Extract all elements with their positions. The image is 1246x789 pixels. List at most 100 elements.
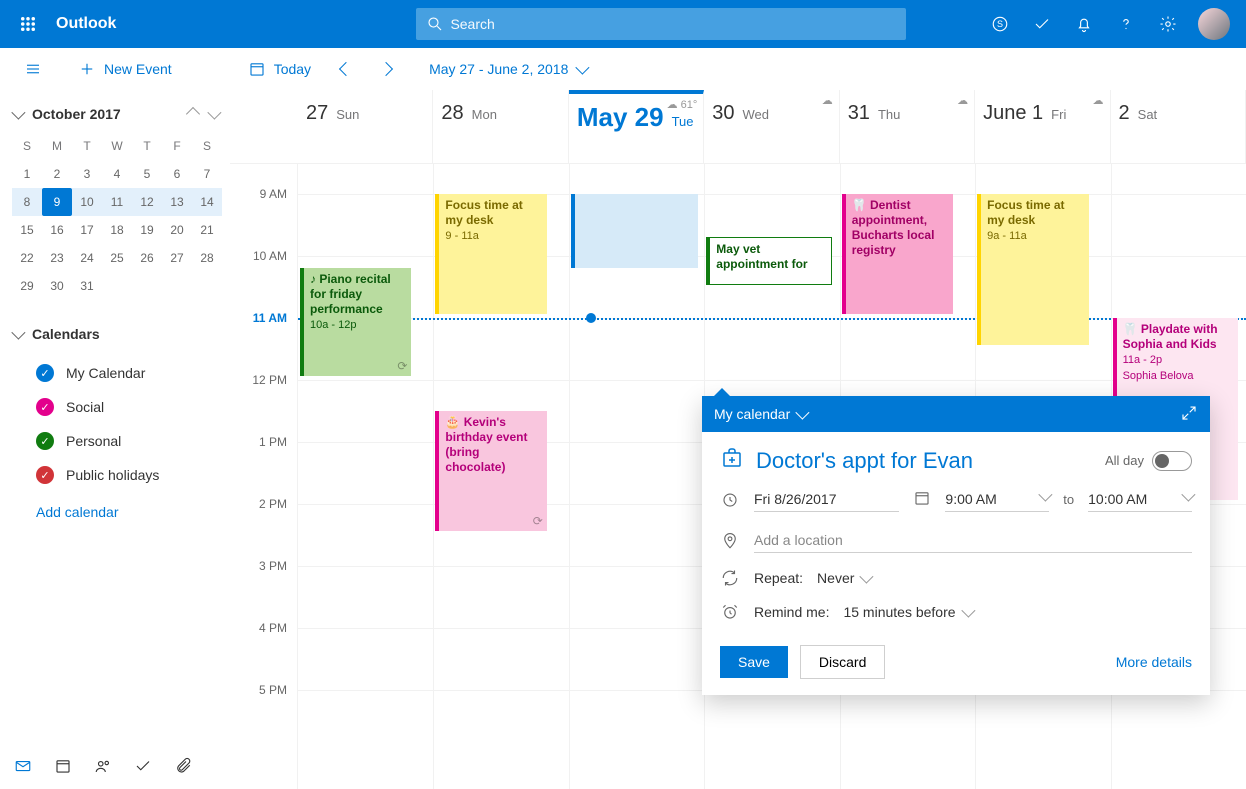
allday-toggle[interactable] bbox=[1152, 451, 1192, 471]
bell-icon[interactable] bbox=[1072, 12, 1096, 36]
mini-cal-day[interactable]: 23 bbox=[42, 244, 72, 272]
date-picker-icon[interactable] bbox=[913, 489, 931, 510]
reminder-selector[interactable]: 15 minutes before bbox=[843, 604, 971, 620]
skype-icon[interactable]: S bbox=[988, 12, 1012, 36]
gear-icon[interactable] bbox=[1156, 12, 1180, 36]
day-header[interactable]: 28Mon bbox=[433, 90, 568, 163]
add-calendar-button[interactable]: Add calendar bbox=[12, 492, 218, 528]
mini-cal-day[interactable]: 12 bbox=[132, 188, 162, 216]
help-icon[interactable] bbox=[1114, 12, 1138, 36]
mini-cal-day[interactable]: 3 bbox=[72, 160, 102, 188]
mini-cal-day[interactable]: 29 bbox=[12, 272, 42, 300]
mini-cal-day[interactable]: 1 bbox=[12, 160, 42, 188]
mini-cal-day[interactable]: 24 bbox=[72, 244, 102, 272]
month-prev-button[interactable] bbox=[186, 107, 200, 121]
mini-cal-day[interactable]: 16 bbox=[42, 216, 72, 244]
mini-cal-day[interactable]: 10 bbox=[72, 188, 102, 216]
calendar-event[interactable]: Focus time at my desk9 - 11a bbox=[435, 194, 546, 314]
mail-icon[interactable] bbox=[14, 757, 32, 780]
quick-compose-popup: My calendar All day Fri 8/26/2017 9:00 A… bbox=[702, 396, 1210, 695]
calendar-selector[interactable]: My calendar bbox=[714, 406, 806, 422]
mini-cal-day[interactable]: 9 bbox=[42, 188, 72, 216]
mini-cal-day[interactable]: 19 bbox=[132, 216, 162, 244]
calendar-checkbox[interactable]: ✓ bbox=[36, 432, 54, 450]
reminder-icon bbox=[720, 603, 740, 621]
day-header[interactable]: May 29Tue☁ 61° bbox=[569, 90, 704, 163]
header-actions: S bbox=[988, 8, 1238, 40]
calendar-item[interactable]: ✓Personal bbox=[12, 424, 218, 458]
discard-button[interactable]: Discard bbox=[800, 645, 885, 679]
mini-cal-day[interactable]: 13 bbox=[162, 188, 192, 216]
hamburger-icon[interactable] bbox=[16, 56, 50, 82]
date-range-picker[interactable]: May 27 - June 2, 2018 bbox=[429, 61, 586, 77]
save-button[interactable]: Save bbox=[720, 646, 788, 678]
day-header[interactable]: June 1Fri☁ bbox=[975, 90, 1110, 163]
prev-week-button[interactable] bbox=[333, 60, 359, 78]
people-icon[interactable] bbox=[94, 757, 112, 780]
mini-cal-day[interactable]: 25 bbox=[102, 244, 132, 272]
chevron-down-icon bbox=[860, 570, 874, 584]
start-time-field[interactable]: 9:00 AM bbox=[945, 487, 1049, 512]
date-field[interactable]: Fri 8/26/2017 bbox=[754, 487, 899, 512]
calendar-checkbox[interactable]: ✓ bbox=[36, 398, 54, 416]
clock-icon bbox=[720, 491, 740, 509]
next-week-button[interactable] bbox=[373, 60, 399, 78]
avatar[interactable] bbox=[1198, 8, 1230, 40]
event-title-input[interactable] bbox=[756, 448, 1093, 474]
day-header[interactable]: 30Wed☁ bbox=[704, 90, 839, 163]
mini-cal-day[interactable]: 7 bbox=[192, 160, 222, 188]
app-launcher-icon[interactable] bbox=[8, 4, 48, 44]
day-header[interactable]: 31Thu☁ bbox=[840, 90, 975, 163]
app-header: Outlook Search S bbox=[0, 0, 1246, 48]
mini-cal-day[interactable]: 31 bbox=[72, 272, 102, 300]
mini-cal-day[interactable]: 18 bbox=[102, 216, 132, 244]
calendar-event[interactable]: ♪ Piano recital for friday performance10… bbox=[300, 268, 411, 376]
calendar-item[interactable]: ✓My Calendar bbox=[12, 356, 218, 390]
mini-cal-day[interactable]: 2 bbox=[42, 160, 72, 188]
calendar-event[interactable]: 🦷 Dentist appointment, Bucharts local re… bbox=[842, 194, 953, 314]
time-label: 3 PM bbox=[259, 559, 287, 573]
mini-cal-day[interactable]: 27 bbox=[162, 244, 192, 272]
mini-cal-day[interactable]: 22 bbox=[12, 244, 42, 272]
mini-cal-day[interactable]: 5 bbox=[132, 160, 162, 188]
tasks-icon[interactable] bbox=[1030, 12, 1054, 36]
mini-cal-day[interactable]: 17 bbox=[72, 216, 102, 244]
more-details-link[interactable]: More details bbox=[1116, 654, 1192, 670]
calendars-toggle[interactable]: Calendars bbox=[12, 326, 218, 342]
today-button[interactable]: Today bbox=[240, 56, 319, 82]
month-collapse-icon[interactable] bbox=[11, 106, 25, 120]
calendar-event[interactable]: May vet appointment for bbox=[706, 237, 831, 285]
mini-cal-day[interactable]: 28 bbox=[192, 244, 222, 272]
calendar-event[interactable]: Focus time at my desk9a - 11a bbox=[977, 194, 1088, 345]
mini-calendar: SMTWTFS123456789101112131415161718192021… bbox=[12, 132, 222, 300]
calendar-event[interactable]: 🎂 Kevin's birthday event (bring chocolat… bbox=[435, 411, 546, 531]
calendar-item[interactable]: ✓Social bbox=[12, 390, 218, 424]
mini-cal-day[interactable]: 8 bbox=[12, 188, 42, 216]
mini-cal-day[interactable]: 20 bbox=[162, 216, 192, 244]
mini-cal-day[interactable]: 15 bbox=[12, 216, 42, 244]
todo-icon[interactable] bbox=[134, 757, 152, 780]
month-next-button[interactable] bbox=[207, 106, 221, 120]
mini-cal-day[interactable]: 26 bbox=[132, 244, 162, 272]
calendar-checkbox[interactable]: ✓ bbox=[36, 364, 54, 382]
weather-icon: ☁ bbox=[1093, 94, 1104, 107]
location-field[interactable]: Add a location bbox=[754, 528, 1192, 553]
mini-cal-day[interactable]: 21 bbox=[192, 216, 222, 244]
mini-cal-day[interactable]: 30 bbox=[42, 272, 72, 300]
day-header[interactable]: 2Sat bbox=[1111, 90, 1246, 163]
event-draft-slot[interactable] bbox=[571, 194, 698, 268]
expand-icon[interactable] bbox=[1180, 404, 1198, 425]
calendar-checkbox[interactable]: ✓ bbox=[36, 466, 54, 484]
mini-cal-day[interactable]: 6 bbox=[162, 160, 192, 188]
day-header[interactable]: 27Sun bbox=[298, 90, 433, 163]
new-event-button[interactable]: New Event bbox=[70, 56, 180, 82]
search-input[interactable]: Search bbox=[416, 8, 906, 40]
mini-cal-day[interactable]: 11 bbox=[102, 188, 132, 216]
attach-icon[interactable] bbox=[174, 757, 192, 780]
end-time-field[interactable]: 10:00 AM bbox=[1088, 487, 1192, 512]
repeat-selector[interactable]: Never bbox=[817, 570, 870, 586]
mini-cal-day[interactable]: 14 bbox=[192, 188, 222, 216]
calendar-icon[interactable] bbox=[54, 757, 72, 780]
calendar-item[interactable]: ✓Public holidays bbox=[12, 458, 218, 492]
mini-cal-day[interactable]: 4 bbox=[102, 160, 132, 188]
